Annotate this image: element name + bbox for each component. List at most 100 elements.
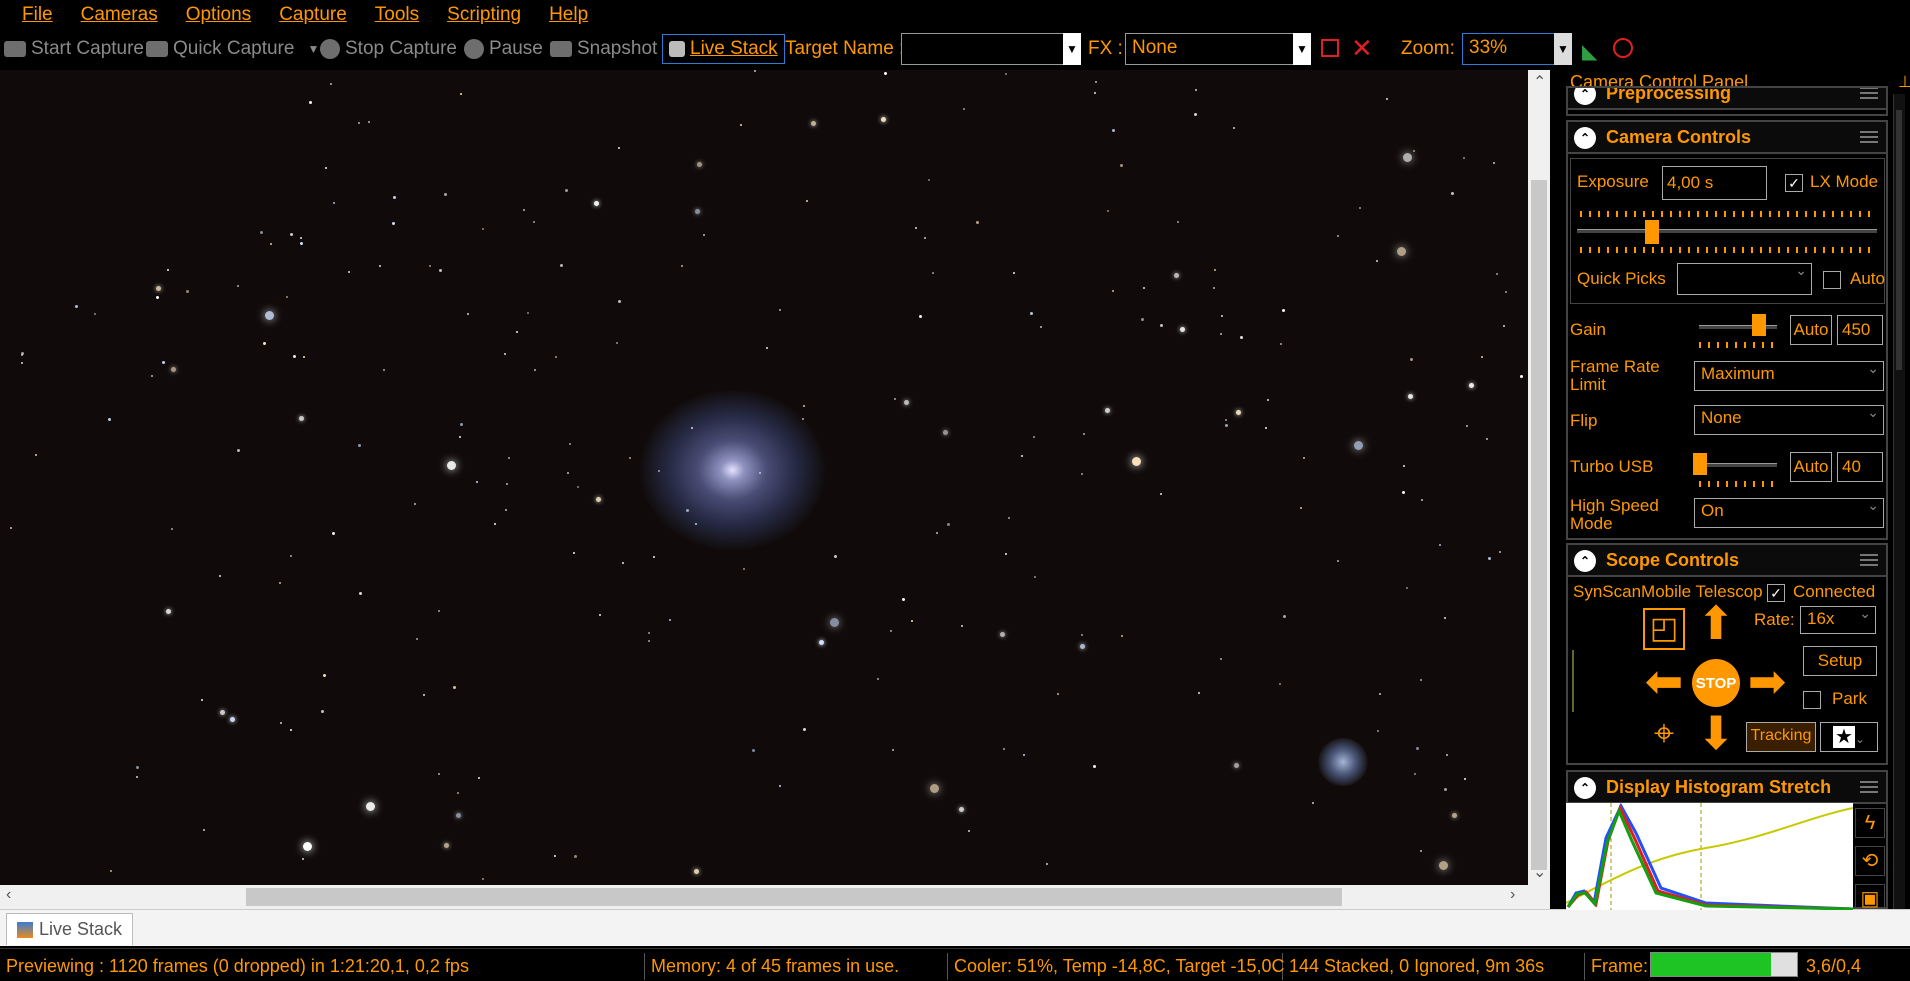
quick-picks-select[interactable]	[1677, 262, 1812, 295]
gain-slider-thumb[interactable]	[1752, 314, 1766, 336]
zoom-dropdown-icon[interactable]: ▼	[1554, 33, 1572, 65]
menu-tools[interactable]: Tools	[375, 4, 419, 26]
scroll-left-icon[interactable]: ‹	[6, 886, 11, 904]
star	[1488, 557, 1491, 560]
tracking-mode-select[interactable]: ★ ⌄	[1820, 722, 1878, 752]
target-icon[interactable]	[1613, 38, 1633, 58]
chevron-down-icon[interactable]: ▼	[307, 42, 319, 56]
histogram-header[interactable]: ⌃ Display Histogram Stretch	[1568, 772, 1886, 804]
image-view[interactable]	[0, 70, 1528, 885]
star	[265, 311, 274, 320]
exposure-input[interactable]: 4,00 s	[1662, 166, 1767, 200]
quick-capture-button[interactable]: Quick Capture ▼	[146, 36, 319, 62]
camera-icon	[146, 41, 168, 57]
fx-dropdown-icon[interactable]: ▼	[1293, 33, 1311, 65]
menu-icon[interactable]	[1860, 781, 1878, 793]
camera-controls-header[interactable]: ⌃ Camera Controls	[1568, 122, 1886, 154]
pause-button[interactable]: Pause	[464, 36, 543, 62]
tab-live-stack[interactable]: Live Stack	[6, 913, 134, 945]
stop-button[interactable]: STOP	[1692, 659, 1740, 707]
star	[429, 265, 431, 267]
arrow-right-icon[interactable]: ➡	[1743, 658, 1791, 706]
menu-file[interactable]: File	[22, 4, 53, 26]
star	[368, 121, 370, 123]
menu-icon[interactable]	[1860, 131, 1878, 143]
crosshair-target-icon[interactable]: ⌖	[1640, 710, 1688, 758]
scope-controls-header[interactable]: ⌃ Scope Controls	[1568, 545, 1886, 577]
star	[1469, 383, 1474, 388]
star	[703, 234, 705, 236]
star	[1033, 436, 1035, 438]
fx-select[interactable]: None	[1125, 33, 1295, 65]
pin-icon[interactable]: ⊥	[1898, 72, 1910, 92]
slew-home-icon[interactable]: ◰	[1643, 608, 1685, 650]
reset-icon[interactable]: ⟲	[1855, 846, 1885, 876]
scroll-down-icon[interactable]: ⌄	[1533, 862, 1546, 882]
setup-button[interactable]: Setup	[1803, 646, 1877, 676]
star	[648, 632, 650, 634]
lightning-icon[interactable]: ϟ	[1855, 808, 1885, 838]
frame-rate-select[interactable]: Maximum	[1694, 360, 1884, 391]
vertical-scroll-thumb[interactable]	[1531, 180, 1547, 870]
turbo-usb-slider[interactable]	[1699, 463, 1777, 467]
target-name-input[interactable]	[901, 33, 1067, 65]
arrow-up-icon[interactable]: ⬆	[1692, 600, 1740, 648]
camera-icon	[4, 41, 26, 57]
rate-select[interactable]: 16x	[1800, 605, 1876, 634]
star	[438, 773, 440, 775]
connected-checkbox[interactable]: ✓	[1767, 584, 1785, 602]
menu-icon[interactable]	[1860, 554, 1878, 566]
menu-scripting[interactable]: Scripting	[447, 4, 521, 26]
menu-help[interactable]: Help	[549, 4, 588, 26]
scroll-up-icon[interactable]: ⌃	[1533, 72, 1546, 92]
turbo-usb-input[interactable]: 40	[1837, 452, 1883, 482]
star	[300, 242, 303, 245]
menu-cameras[interactable]: Cameras	[81, 4, 158, 26]
chevron-up-icon[interactable]: ⌃	[1574, 127, 1596, 149]
snapshot-button[interactable]: Snapshot	[550, 36, 657, 62]
target-name-dropdown-icon[interactable]: ▼	[1063, 33, 1081, 65]
stop-capture-button[interactable]: Stop Capture	[320, 36, 457, 62]
flip-select[interactable]: None	[1694, 404, 1884, 435]
gain-auto-button[interactable]: Auto	[1790, 315, 1832, 345]
roi-square-icon[interactable]	[1321, 39, 1339, 57]
live-stack-button[interactable]: Live Stack	[662, 34, 785, 64]
star	[1386, 98, 1388, 100]
histogram-icon[interactable]: ◣	[1582, 39, 1597, 64]
scope-controls-title: Scope Controls	[1606, 550, 1740, 570]
arrow-down-icon[interactable]: ⬇	[1692, 710, 1740, 758]
tracking-button[interactable]: Tracking	[1746, 722, 1816, 752]
panel-scroll-thumb[interactable]	[1896, 110, 1902, 370]
turbo-auto-button[interactable]: Auto	[1790, 452, 1832, 482]
chevron-up-icon[interactable]: ⌃	[1574, 550, 1596, 572]
park-checkbox[interactable]	[1803, 691, 1821, 709]
turbo-usb-slider-thumb[interactable]	[1693, 453, 1707, 475]
histogram-chart[interactable]	[1566, 803, 1853, 910]
chevron-up-icon[interactable]: ⌃	[1574, 88, 1596, 105]
star	[963, 108, 965, 110]
save-icon[interactable]: ▣	[1855, 884, 1885, 910]
menu-options[interactable]: Options	[186, 4, 251, 26]
exposure-slider-thumb[interactable]	[1645, 220, 1659, 244]
start-capture-button[interactable]: Start Capture	[4, 36, 144, 62]
arrow-left-icon[interactable]: ⬅	[1640, 658, 1688, 706]
scroll-right-icon[interactable]: ›	[1510, 886, 1515, 904]
exposure-slider[interactable]	[1577, 229, 1877, 233]
menu-capture[interactable]: Capture	[279, 4, 347, 26]
quick-picks-auto-checkbox[interactable]	[1823, 271, 1841, 289]
zoom-label: Zoom:	[1401, 38, 1455, 59]
menu-icon[interactable]	[1860, 88, 1878, 99]
star	[1280, 343, 1282, 345]
horizontal-scroll-thumb[interactable]	[246, 888, 1342, 906]
gain-input[interactable]: 450	[1837, 315, 1883, 345]
star	[358, 122, 360, 124]
high-speed-select[interactable]: On	[1694, 497, 1884, 528]
preprocessing-header[interactable]: ⌃ Preprocessing	[1568, 88, 1886, 110]
crosshair-icon[interactable]: ✕	[1351, 33, 1373, 64]
zoom-select[interactable]: 33%	[1462, 33, 1564, 65]
star	[279, 582, 281, 584]
lx-mode-checkbox[interactable]: ✓	[1785, 174, 1803, 192]
star	[1198, 692, 1200, 694]
star	[302, 858, 304, 860]
chevron-up-icon[interactable]: ⌃	[1574, 777, 1596, 799]
